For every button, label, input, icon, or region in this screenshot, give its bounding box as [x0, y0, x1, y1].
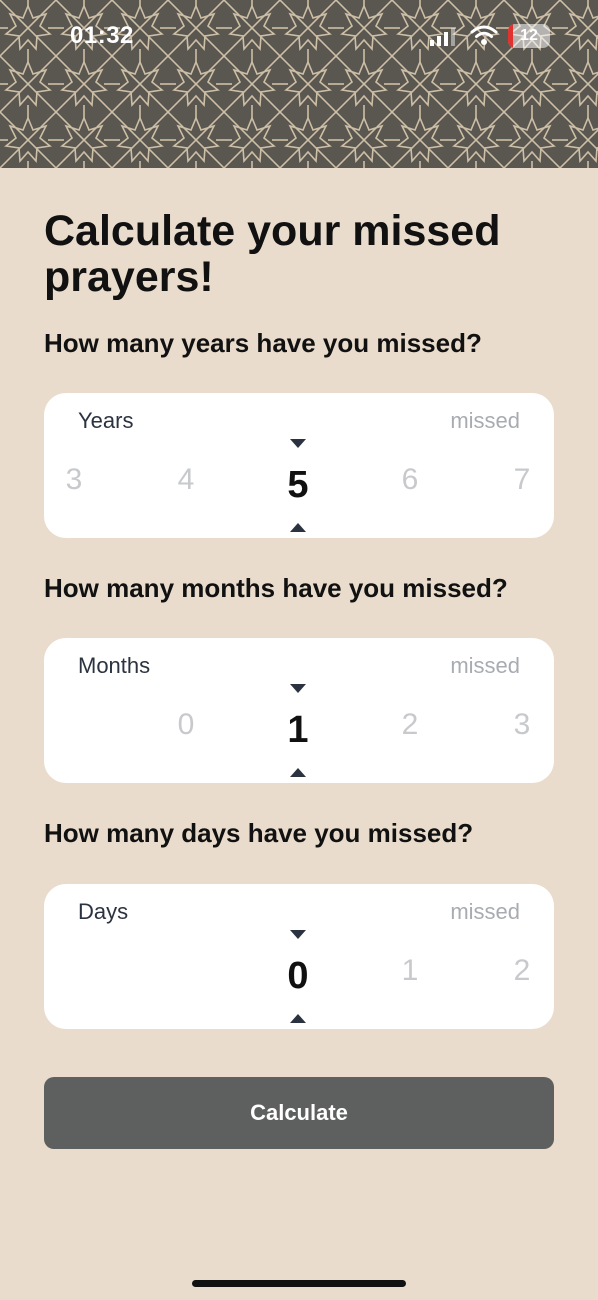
- caret-up-icon: [290, 523, 306, 532]
- page-title: Calculate your missed prayers!: [44, 207, 501, 301]
- home-indicator[interactable]: [192, 1280, 406, 1287]
- caret-down-icon: [290, 684, 306, 693]
- picker-selected-value[interactable]: 5: [268, 464, 328, 507]
- picker-option[interactable]: 1: [380, 954, 440, 988]
- wifi-icon: [470, 25, 498, 45]
- days-question: How many days have you missed?: [44, 818, 474, 848]
- months-question: How many months have you missed?: [44, 573, 508, 603]
- cellular-signal-icon: [430, 28, 455, 46]
- days-picker-suffix: missed: [450, 899, 520, 924]
- years-picker-suffix: missed: [450, 408, 520, 433]
- years-picker-label: Years: [78, 408, 134, 433]
- picker-selected-value[interactable]: 1: [268, 709, 328, 752]
- picker-option[interactable]: 3: [44, 463, 104, 497]
- picker-selected-value[interactable]: 0: [268, 955, 328, 998]
- days-picker[interactable]: Days missed 0 1 2: [44, 884, 554, 1029]
- years-picker[interactable]: Years missed 3 4 5 6 7: [44, 393, 554, 538]
- picker-option[interactable]: 0: [156, 708, 216, 742]
- picker-option[interactable]: 3: [492, 708, 552, 742]
- picker-option[interactable]: 2: [492, 954, 552, 988]
- caret-up-icon: [290, 768, 306, 777]
- status-time: 01:32: [70, 22, 134, 49]
- battery-percentage: 12: [520, 27, 538, 44]
- caret-up-icon: [290, 1014, 306, 1023]
- years-question: How many years have you missed?: [44, 328, 482, 358]
- caret-down-icon: [290, 439, 306, 448]
- calculate-button[interactable]: Calculate: [44, 1077, 554, 1149]
- caret-down-icon: [290, 930, 306, 939]
- months-picker-suffix: missed: [450, 653, 520, 678]
- months-picker[interactable]: Months missed 0 1 2 3: [44, 638, 554, 783]
- picker-option[interactable]: 6: [380, 463, 440, 497]
- status-bar: 01:32 12: [0, 0, 598, 70]
- picker-option[interactable]: 4: [156, 463, 216, 497]
- days-picker-label: Days: [78, 899, 129, 924]
- picker-option[interactable]: 2: [380, 708, 440, 742]
- picker-option[interactable]: 7: [492, 463, 552, 497]
- battery-icon: 12: [508, 24, 550, 48]
- months-picker-label: Months: [78, 653, 151, 678]
